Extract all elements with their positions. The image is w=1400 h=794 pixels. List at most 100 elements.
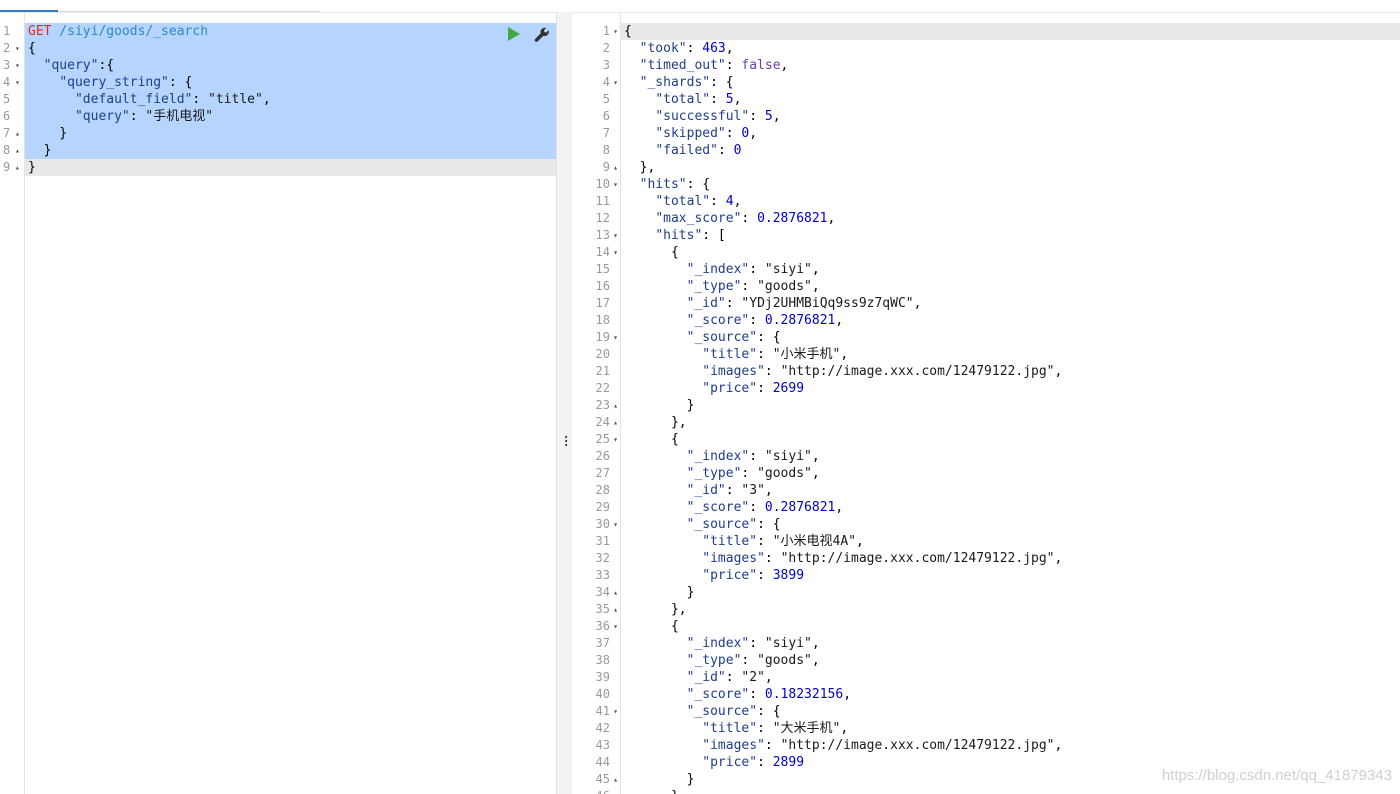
unfold-arrow-icon[interactable]: ▴ [613, 414, 618, 431]
response-line-18: "_score": 0.2876821, [621, 312, 1400, 329]
fold-arrow-icon[interactable]: ▾ [613, 618, 618, 635]
line-number: 21 [595, 364, 610, 378]
request-editor[interactable]: 1 2 ▾ 3 ▾ 4 ▾ 5 6 7 ▴ 8 ▴ 9 ▴ GET /siyi/goods/_search … [0, 12, 556, 794]
response-token: "images" [702, 551, 765, 566]
fold-arrow-icon[interactable]: ▾ [613, 703, 618, 720]
response-token [624, 347, 702, 362]
response-token: "successful" [655, 109, 750, 124]
line-number: 41 ▾ [595, 703, 618, 720]
fold-arrow-icon[interactable]: ▾ [613, 431, 618, 448]
fold-arrow-icon[interactable]: ▾ [613, 227, 618, 244]
response-line-8: "failed": 0 [621, 142, 1400, 159]
response-token: : [710, 92, 726, 107]
response-token [624, 568, 702, 583]
response-token [624, 738, 702, 753]
response-token: "siyi" [764, 262, 812, 277]
response-token: "hits" [655, 228, 703, 243]
response-token: "total" [655, 194, 711, 209]
response-gutter: 1 ▾ 2 3 4 ▾ 5 6 7 8 9 ▴ 10 ▾ 11 12 13 ▾ 14 ▾ 15 16 17 18 19 ▾ 20 21… [572, 13, 621, 794]
request-line-5[interactable]: "default_field": "title", [25, 91, 556, 108]
request-line-7[interactable]: } [25, 125, 556, 142]
response-token [624, 500, 687, 515]
request-line-8[interactable]: } [25, 142, 556, 159]
response-viewer[interactable]: 1 ▾ 2 3 4 ▾ 5 6 7 8 9 ▴ 10 ▾ 11 12 13 ▾ 14 ▾ 15 16 17 18 19 ▾ 20 21… [572, 12, 1400, 794]
request-line-2[interactable]: { [25, 40, 556, 57]
run-request-button[interactable] [508, 27, 520, 41]
response-token: "http://image.xxx.com/12479122.jpg" [780, 738, 1055, 753]
fold-arrow-icon[interactable]: ▾ [613, 176, 618, 193]
unfold-arrow-icon[interactable]: ▴ [15, 142, 20, 159]
response-line-40: "_score": 0.18232156, [621, 686, 1400, 703]
fold-arrow-icon[interactable]: ▾ [613, 329, 618, 346]
request-line-3[interactable]: "query":{ [25, 57, 556, 74]
response-token: "小米手机" [772, 347, 841, 362]
response-token: , [811, 262, 820, 277]
unfold-arrow-icon[interactable]: ▴ [613, 771, 618, 788]
request-line-6[interactable]: "query": "手机电视" [25, 108, 556, 125]
response-token: "goods" [757, 466, 812, 481]
request-token [28, 109, 75, 124]
line-number: 23 ▴ [595, 397, 618, 414]
line-number: 45 ▴ [595, 771, 618, 788]
request-token: } [28, 143, 52, 158]
line-number: 5 [3, 92, 11, 106]
request-token: "query" [43, 58, 99, 73]
response-token: "skipped" [655, 126, 726, 141]
line-number: 4 ▾ [602, 74, 618, 91]
response-token: "hits" [639, 177, 687, 192]
unfold-arrow-icon[interactable]: ▴ [613, 601, 618, 618]
response-token: "images" [702, 738, 765, 753]
response-token: "took" [639, 41, 687, 56]
unfold-arrow-icon[interactable]: ▴ [613, 584, 618, 601]
unfold-arrow-icon[interactable]: ▴ [613, 397, 618, 414]
request-token: :{ [98, 58, 115, 73]
response-token [624, 109, 655, 124]
fold-arrow-icon[interactable]: ▾ [613, 23, 618, 40]
request-line-9[interactable]: } [25, 159, 556, 176]
fold-arrow-icon[interactable]: ▾ [613, 516, 618, 533]
request-token: "title" [208, 92, 263, 107]
request-line-4[interactable]: "query_string": { [25, 74, 556, 91]
response-token: "_id" [686, 296, 726, 311]
response-token [624, 211, 655, 226]
unfold-arrow-icon[interactable]: ▴ [15, 125, 20, 142]
fold-arrow-icon[interactable]: ▾ [15, 57, 20, 74]
response-token: 463 [702, 41, 726, 56]
response-token: "price" [702, 381, 758, 396]
line-number: 15 [595, 262, 610, 276]
wrench-icon[interactable] [534, 27, 550, 43]
response-line-13: "hits": [ [621, 227, 1400, 244]
request-token: { [28, 41, 36, 56]
response-token: }, [624, 160, 656, 175]
fold-arrow-icon[interactable]: ▾ [15, 40, 20, 57]
request-token [28, 75, 59, 90]
request-code[interactable]: GET /siyi/goods/_search { "query":{ "que… [25, 23, 556, 176]
response-token: : { [710, 75, 734, 90]
response-token: : [749, 500, 765, 515]
response-token: : [757, 534, 773, 549]
fold-arrow-icon[interactable]: ▾ [613, 244, 618, 261]
response-line-6: "successful": 5, [621, 108, 1400, 125]
request-line-1[interactable]: GET /siyi/goods/_search [25, 23, 556, 40]
unfold-arrow-icon[interactable]: ▴ [15, 159, 20, 176]
response-line-14: { [621, 244, 1400, 261]
response-token: "http://image.xxx.com/12479122.jpg" [780, 364, 1055, 379]
response-token [624, 364, 702, 379]
line-number: 2 [602, 41, 610, 55]
fold-arrow-icon[interactable]: ▾ [15, 74, 20, 91]
response-token [624, 58, 640, 73]
line-number: 8 [602, 143, 610, 157]
response-token: } [624, 398, 695, 413]
fold-arrow-icon[interactable]: ▾ [613, 74, 618, 91]
line-number: 17 [595, 296, 610, 310]
response-token: , [733, 194, 742, 209]
unfold-arrow-icon[interactable]: ▴ [613, 159, 618, 176]
response-token: : [749, 109, 765, 124]
request-token: : [192, 92, 209, 107]
response-token: 4 [725, 194, 734, 209]
response-token [624, 551, 702, 566]
response-token: "failed" [655, 143, 718, 158]
response-token: } [624, 789, 679, 794]
response-token: , [811, 449, 820, 464]
response-token: 3899 [772, 568, 805, 583]
